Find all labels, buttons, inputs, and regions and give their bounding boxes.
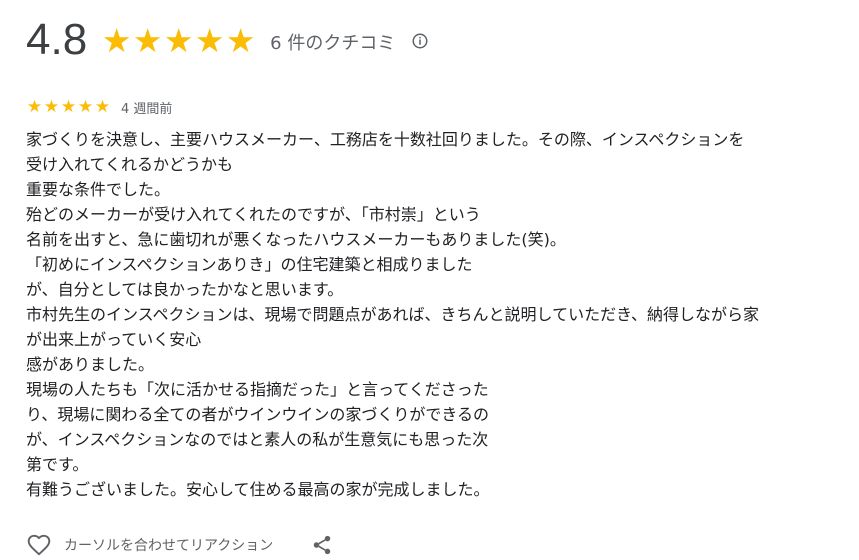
review-count-link[interactable]: 6 件のクチコミ xyxy=(270,29,395,55)
review-item: ★ ★ ★ ★ ★ 4 週間前 家づくりを決意し、主要ハウスメーカー、工務店を十数社回り… xyxy=(26,96,836,502)
star-icon: ★ xyxy=(101,20,132,60)
average-rating: 4.8 xyxy=(26,15,88,64)
reviews-panel: 4.8 ★ ★ ★ ★ ★ 6 件のクチコミ ★ ★ ★ ★ ★ 4 週間前 家づくりを決意し、… xyxy=(0,0,859,560)
review-text-line: 感がありました。 xyxy=(26,355,155,374)
review-text-line: 殆どのメーカーが受け入れてくれたのですが、「市村崇」という xyxy=(26,205,481,224)
info-icon[interactable] xyxy=(411,32,429,50)
heart-icon xyxy=(27,534,51,556)
review-text-line: 現場の人たちも「次に活かせる指摘だった」と言ってくださった xyxy=(26,380,489,399)
review-actions: カーソルを合わせてリアクション xyxy=(26,530,333,560)
review-stars: ★ ★ ★ ★ ★ xyxy=(26,96,111,117)
reaction-button[interactable]: カーソルを合わせてリアクション xyxy=(26,532,273,558)
star-icon: ★ xyxy=(60,96,77,117)
review-meta: ★ ★ ★ ★ ★ 4 週間前 xyxy=(26,96,836,118)
review-text-line: 重要な条件でした。 xyxy=(26,180,171,199)
star-icon: ★ xyxy=(43,96,60,117)
review-text-line: 名前を出すと、急に歯切れが悪くなったハウスメーカーもありました(笑)。 xyxy=(26,230,566,249)
review-text-line: 市村先生のインスペクションは、現場で問題点があれば、きちんと説明していただき、納… xyxy=(26,305,759,324)
review-text-line: 受け入れてくれるかどうかも xyxy=(26,155,234,174)
review-text-line: が、インスペクションなのではと素人の私が生意気にも思った次 xyxy=(26,430,489,449)
star-icon: ★ xyxy=(194,20,225,60)
star-icon: ★ xyxy=(163,20,194,60)
star-icon: ★ xyxy=(94,96,111,117)
review-text-line: り、現場に関わる全ての者がウインウインの家づくりができるの xyxy=(26,405,490,424)
review-text-line: が、自分としては良かったかなと思います。 xyxy=(26,280,344,299)
review-text-line: 有難うございました。安心して住める最高の家が完成しました。 xyxy=(26,480,490,499)
review-date: 4 週間前 xyxy=(121,101,173,117)
star-icon: ★ xyxy=(77,96,94,117)
star-icon: ★ xyxy=(26,96,43,117)
review-text-line: 家づくりを決意し、主要ハウスメーカー、工務店を十数社回りました。その際、インスペ… xyxy=(26,130,745,149)
review-text-line: が出来上がっていく安心 xyxy=(26,330,202,349)
star-icon: ★ xyxy=(225,20,256,60)
review-text-line: 第です。 xyxy=(26,455,89,474)
review-text-line: 「初めにインスペクションありき」の住宅建築と相成りました xyxy=(26,255,473,274)
star-icon: ★ xyxy=(132,20,163,60)
rating-summary: 4.8 ★ ★ ★ ★ ★ 6 件のクチコミ xyxy=(26,10,429,70)
review-text: 家づくりを決意し、主要ハウスメーカー、工務店を十数社回りました。その際、インスペ… xyxy=(26,127,836,502)
reaction-label: カーソルを合わせてリアクション xyxy=(64,538,274,554)
share-icon[interactable] xyxy=(311,534,333,556)
average-rating-stars: ★ ★ ★ ★ ★ xyxy=(101,24,256,57)
